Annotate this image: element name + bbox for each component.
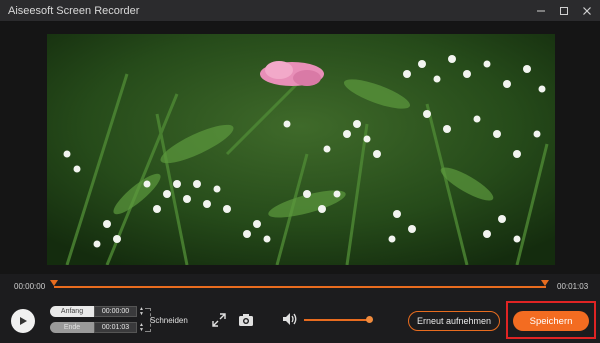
volume-icon[interactable]	[282, 312, 298, 326]
app-title: Aiseesoft Screen Recorder	[8, 4, 140, 17]
close-icon[interactable]	[577, 0, 597, 22]
window-controls	[531, 0, 600, 22]
save-button[interactable]: Speichern	[513, 311, 589, 331]
title-bar: Aiseesoft Screen Recorder	[0, 0, 600, 22]
retry-recording-button[interactable]: Erneut aufnehmen	[408, 311, 500, 331]
maximize-icon[interactable]	[554, 0, 574, 22]
play-button[interactable]	[11, 309, 35, 333]
clip-end-label[interactable]: Ende	[50, 322, 94, 333]
volume-slider-track[interactable]	[304, 319, 370, 321]
clip-start-time-field[interactable]: 00:00:00	[94, 306, 137, 317]
volume-slider-knob[interactable]	[366, 316, 373, 323]
cut-button[interactable]: Schneiden	[150, 316, 188, 325]
video-viewport	[0, 22, 600, 274]
clip-start-label[interactable]: Anfang	[50, 306, 94, 317]
timeline-end-time: 00:01:03	[557, 282, 589, 291]
clip-start-stepper[interactable]: ▲ ▼	[138, 306, 145, 317]
control-bar: Anfang 00:00:00 ▲ ▼ Ende 00:01:03 ▲ ▼ Sc…	[0, 298, 600, 343]
video-thumbnail	[47, 34, 555, 265]
video-frame	[47, 34, 555, 265]
play-icon	[20, 317, 27, 325]
timeline: 00:00:00 00:01:03	[0, 274, 600, 298]
stepper-down-icon[interactable]: ▼	[139, 327, 144, 333]
camera-icon[interactable]	[238, 313, 254, 327]
minimize-icon[interactable]	[531, 0, 551, 22]
start-marker-handle[interactable]	[50, 280, 58, 288]
clip-end-row: Ende 00:01:03 ▲ ▼	[50, 322, 145, 333]
timeline-track[interactable]	[54, 286, 546, 288]
stepper-down-icon[interactable]: ▼	[139, 311, 144, 317]
clip-end-time-field[interactable]: 00:01:03	[94, 322, 137, 333]
timeline-start-time: 00:00:00	[14, 282, 46, 291]
expand-icon[interactable]	[212, 313, 226, 327]
clip-start-row: Anfang 00:00:00 ▲ ▼	[50, 306, 145, 317]
end-marker-handle[interactable]	[541, 280, 549, 288]
clip-end-stepper[interactable]: ▲ ▼	[138, 322, 145, 333]
